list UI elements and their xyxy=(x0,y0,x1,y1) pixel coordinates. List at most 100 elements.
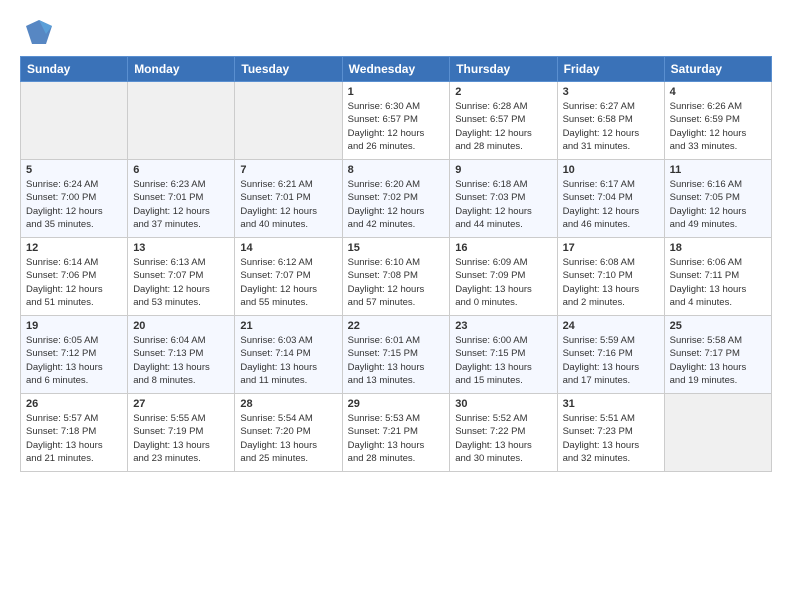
cell-date-number: 9 xyxy=(455,164,551,176)
logo xyxy=(20,16,54,46)
cell-info-text: Sunrise: 6:28 AM Sunset: 6:57 PM Dayligh… xyxy=(455,100,551,153)
cell-info-text: Sunrise: 6:01 AM Sunset: 7:15 PM Dayligh… xyxy=(348,334,445,387)
cell-date-number: 21 xyxy=(240,320,336,332)
cell-date-number: 18 xyxy=(670,242,766,254)
cell-date-number: 3 xyxy=(563,86,659,98)
cell-date-number: 28 xyxy=(240,398,336,410)
calendar-cell: 6 Sunrise: 6:23 AM Sunset: 7:01 PM Daylig… xyxy=(128,160,235,238)
cell-info-text: Sunrise: 6:27 AM Sunset: 6:58 PM Dayligh… xyxy=(563,100,659,153)
cell-info-text: Sunrise: 6:08 AM Sunset: 7:10 PM Dayligh… xyxy=(563,256,659,309)
cell-info-text: Sunrise: 6:09 AM Sunset: 7:09 PM Dayligh… xyxy=(455,256,551,309)
calendar-cell: 31 Sunrise: 5:51 AM Sunset: 7:23 PM Dayli… xyxy=(557,394,664,472)
calendar-cell: 3 Sunrise: 6:27 AM Sunset: 6:58 PM Daylig… xyxy=(557,82,664,160)
cell-info-text: Sunrise: 5:51 AM Sunset: 7:23 PM Dayligh… xyxy=(563,412,659,465)
calendar-cell: 18Sunrise: 6:06 AM Sunset: 7:11 PM Dayli… xyxy=(664,238,771,316)
cell-date-number: 2 xyxy=(455,86,551,98)
cell-info-text: Sunrise: 6:10 AM Sunset: 7:08 PM Dayligh… xyxy=(348,256,445,309)
calendar-cell: 13 Sunrise: 6:13 AM Sunset: 7:07 PM Dayli… xyxy=(128,238,235,316)
cell-date-number: 8 xyxy=(348,164,445,176)
cell-date-number: 4 xyxy=(670,86,766,98)
calendar-cell: 11 Sunrise: 6:16 AM Sunset: 7:05 PM Dayli… xyxy=(664,160,771,238)
calendar-cell: 20 Sunrise: 6:04 AM Sunset: 7:13 PM Dayli… xyxy=(128,316,235,394)
cell-info-text: Sunrise: 6:26 AM Sunset: 6:59 PM Dayligh… xyxy=(670,100,766,153)
cell-info-text: Sunrise: 6:23 AM Sunset: 7:01 PM Dayligh… xyxy=(133,178,229,231)
cell-info-text: Sunrise: 6:24 AM Sunset: 7:00 PM Dayligh… xyxy=(26,178,122,231)
week-row-4: 19 Sunrise: 6:05 AM Sunset: 7:12 PM Dayli… xyxy=(21,316,772,394)
cell-date-number: 14 xyxy=(240,242,336,254)
calendar-cell: 1 Sunrise: 6:30 AM Sunset: 6:57 PM Daylig… xyxy=(342,82,450,160)
cell-info-text: Sunrise: 5:52 AM Sunset: 7:22 PM Dayligh… xyxy=(455,412,551,465)
cell-date-number: 13 xyxy=(133,242,229,254)
week-row-1: 1 Sunrise: 6:30 AM Sunset: 6:57 PM Daylig… xyxy=(21,82,772,160)
weekday-header-row: SundayMondayTuesdayWednesdayThursdayFrid… xyxy=(21,57,772,82)
cell-info-text: Sunrise: 6:12 AM Sunset: 7:07 PM Dayligh… xyxy=(240,256,336,309)
cell-date-number: 30 xyxy=(455,398,551,410)
calendar-cell: 21 Sunrise: 6:03 AM Sunset: 7:14 PM Dayli… xyxy=(235,316,342,394)
cell-date-number: 31 xyxy=(563,398,659,410)
weekday-header-saturday: Saturday xyxy=(664,57,771,82)
calendar-cell: 19 Sunrise: 6:05 AM Sunset: 7:12 PM Dayli… xyxy=(21,316,128,394)
cell-info-text: Sunrise: 5:55 AM Sunset: 7:19 PM Dayligh… xyxy=(133,412,229,465)
cell-date-number: 22 xyxy=(348,320,445,332)
calendar-cell: 30 Sunrise: 5:52 AM Sunset: 7:22 PM Dayli… xyxy=(450,394,557,472)
calendar-cell: 29 Sunrise: 5:53 AM Sunset: 7:21 PM Dayli… xyxy=(342,394,450,472)
cell-date-number: 26 xyxy=(26,398,122,410)
cell-date-number: 15 xyxy=(348,242,445,254)
cell-info-text: Sunrise: 6:18 AM Sunset: 7:03 PM Dayligh… xyxy=(455,178,551,231)
cell-info-text: Sunrise: 6:05 AM Sunset: 7:12 PM Dayligh… xyxy=(26,334,122,387)
cell-date-number: 24 xyxy=(563,320,659,332)
page: SundayMondayTuesdayWednesdayThursdayFrid… xyxy=(0,0,792,612)
calendar-cell: 22 Sunrise: 6:01 AM Sunset: 7:15 PM Dayli… xyxy=(342,316,450,394)
calendar-cell: 2 Sunrise: 6:28 AM Sunset: 6:57 PM Daylig… xyxy=(450,82,557,160)
cell-date-number: 23 xyxy=(455,320,551,332)
calendar-cell: 26Sunrise: 5:57 AM Sunset: 7:18 PM Dayli… xyxy=(21,394,128,472)
cell-date-number: 17 xyxy=(563,242,659,254)
cell-date-number: 10 xyxy=(563,164,659,176)
cell-info-text: Sunrise: 5:53 AM Sunset: 7:21 PM Dayligh… xyxy=(348,412,445,465)
cell-date-number: 20 xyxy=(133,320,229,332)
cell-info-text: Sunrise: 5:58 AM Sunset: 7:17 PM Dayligh… xyxy=(670,334,766,387)
weekday-header-sunday: Sunday xyxy=(21,57,128,82)
cell-date-number: 19 xyxy=(26,320,122,332)
calendar-cell: 7 Sunrise: 6:21 AM Sunset: 7:01 PM Daylig… xyxy=(235,160,342,238)
calendar-cell: 12 Sunrise: 6:14 AM Sunset: 7:06 PM Dayli… xyxy=(21,238,128,316)
cell-date-number: 7 xyxy=(240,164,336,176)
cell-date-number: 25 xyxy=(670,320,766,332)
weekday-header-tuesday: Tuesday xyxy=(235,57,342,82)
cell-date-number: 5 xyxy=(26,164,122,176)
cell-info-text: Sunrise: 6:13 AM Sunset: 7:07 PM Dayligh… xyxy=(133,256,229,309)
calendar-cell: 15 Sunrise: 6:10 AM Sunset: 7:08 PM Dayli… xyxy=(342,238,450,316)
cell-info-text: Sunrise: 6:21 AM Sunset: 7:01 PM Dayligh… xyxy=(240,178,336,231)
weekday-header-friday: Friday xyxy=(557,57,664,82)
calendar-cell xyxy=(128,82,235,160)
cell-info-text: Sunrise: 6:14 AM Sunset: 7:06 PM Dayligh… xyxy=(26,256,122,309)
cell-date-number: 11 xyxy=(670,164,766,176)
calendar-cell xyxy=(21,82,128,160)
calendar-cell: 5 Sunrise: 6:24 AM Sunset: 7:00 PM Daylig… xyxy=(21,160,128,238)
calendar-cell xyxy=(235,82,342,160)
cell-info-text: Sunrise: 5:54 AM Sunset: 7:20 PM Dayligh… xyxy=(240,412,336,465)
cell-info-text: Sunrise: 6:04 AM Sunset: 7:13 PM Dayligh… xyxy=(133,334,229,387)
calendar-cell xyxy=(664,394,771,472)
cell-date-number: 1 xyxy=(348,86,445,98)
week-row-5: 26Sunrise: 5:57 AM Sunset: 7:18 PM Dayli… xyxy=(21,394,772,472)
cell-info-text: Sunrise: 6:30 AM Sunset: 6:57 PM Dayligh… xyxy=(348,100,445,153)
cell-info-text: Sunrise: 6:03 AM Sunset: 7:14 PM Dayligh… xyxy=(240,334,336,387)
week-row-3: 12 Sunrise: 6:14 AM Sunset: 7:06 PM Dayli… xyxy=(21,238,772,316)
cell-info-text: Sunrise: 6:16 AM Sunset: 7:05 PM Dayligh… xyxy=(670,178,766,231)
logo-icon xyxy=(24,16,54,46)
cell-date-number: 6 xyxy=(133,164,229,176)
cell-date-number: 12 xyxy=(26,242,122,254)
calendar-cell: 4 Sunrise: 6:26 AM Sunset: 6:59 PM Daylig… xyxy=(664,82,771,160)
calendar-table: SundayMondayTuesdayWednesdayThursdayFrid… xyxy=(20,56,772,472)
cell-date-number: 16 xyxy=(455,242,551,254)
calendar-cell: 17 Sunrise: 6:08 AM Sunset: 7:10 PM Dayli… xyxy=(557,238,664,316)
cell-date-number: 29 xyxy=(348,398,445,410)
calendar-cell: 24Sunrise: 5:59 AM Sunset: 7:16 PM Dayli… xyxy=(557,316,664,394)
week-row-2: 5 Sunrise: 6:24 AM Sunset: 7:00 PM Daylig… xyxy=(21,160,772,238)
calendar-cell: 8 Sunrise: 6:20 AM Sunset: 7:02 PM Daylig… xyxy=(342,160,450,238)
cell-info-text: Sunrise: 6:20 AM Sunset: 7:02 PM Dayligh… xyxy=(348,178,445,231)
calendar-cell: 14 Sunrise: 6:12 AM Sunset: 7:07 PM Dayli… xyxy=(235,238,342,316)
calendar-cell: 28 Sunrise: 5:54 AM Sunset: 7:20 PM Dayli… xyxy=(235,394,342,472)
calendar-cell: 9 Sunrise: 6:18 AM Sunset: 7:03 PM Daylig… xyxy=(450,160,557,238)
